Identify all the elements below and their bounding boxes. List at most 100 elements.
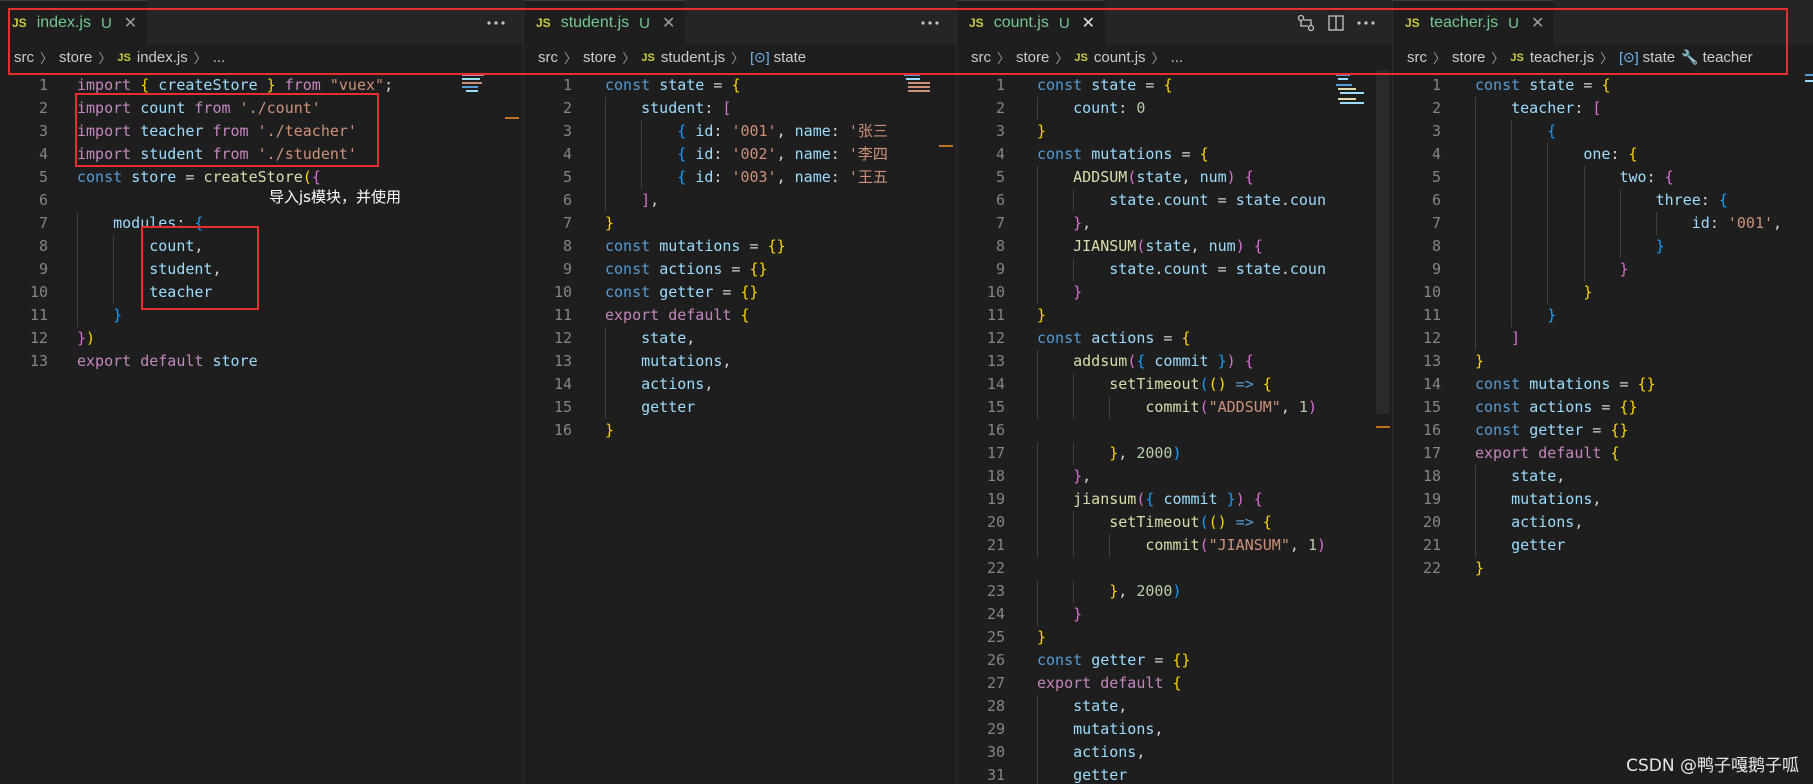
minimap[interactable]: [1333, 70, 1373, 140]
code-line[interactable]: 30 actions,: [957, 741, 1393, 764]
code-line[interactable]: 8 const mutations = {}: [524, 235, 957, 258]
code-line[interactable]: 7 },: [957, 212, 1393, 235]
code-line[interactable]: 20 actions,: [1393, 511, 1813, 534]
code-line[interactable]: 13 mutations,: [524, 350, 957, 373]
breadcrumb-store[interactable]: store: [1452, 49, 1485, 66]
breadcrumb-store[interactable]: store: [59, 49, 92, 66]
code-line[interactable]: 6: [0, 189, 523, 212]
code-line[interactable]: 20 setTimeout(() => {: [957, 511, 1393, 534]
code-line[interactable]: 1 const state = {: [957, 74, 1393, 97]
tab-index-js[interactable]: JS index.js U ✕: [0, 0, 148, 45]
code-line[interactable]: 3 import teacher from './teacher': [0, 120, 523, 143]
code-line[interactable]: 17 }, 2000): [957, 442, 1393, 465]
breadcrumb-store[interactable]: store: [1016, 49, 1049, 66]
breadcrumb-property[interactable]: teacher: [1703, 49, 1753, 66]
more-actions-icon[interactable]: [921, 20, 939, 25]
code-line[interactable]: 18 },: [957, 465, 1393, 488]
code-line[interactable]: 25}: [957, 626, 1393, 649]
code-line[interactable]: 4 const mutations = {: [957, 143, 1393, 166]
more-actions-icon[interactable]: [487, 20, 505, 25]
code-line[interactable]: 10 }: [1393, 281, 1813, 304]
code-line[interactable]: 7 id: '001',: [1393, 212, 1813, 235]
code-line[interactable]: 16: [957, 419, 1393, 442]
code-line[interactable]: 9 const actions = {}: [524, 258, 957, 281]
code-line[interactable]: 7 modules: {: [0, 212, 523, 235]
code-line[interactable]: 2 import count from './count': [0, 97, 523, 120]
code-line[interactable]: 4 { id: '002', name: '李四: [524, 143, 957, 166]
code-line[interactable]: 14 actions,: [524, 373, 957, 396]
code-line[interactable]: 9 }: [1393, 258, 1813, 281]
code-line[interactable]: 2 teacher: [: [1393, 97, 1813, 120]
close-icon[interactable]: ✕: [1082, 13, 1095, 33]
code-line[interactable]: 26 const getter = {}: [957, 649, 1393, 672]
breadcrumb-src[interactable]: src: [538, 49, 558, 66]
code-line[interactable]: 21 commit("JIANSUM", 1): [957, 534, 1393, 557]
code-line[interactable]: 10 teacher: [0, 281, 523, 304]
code-line[interactable]: 11 export default {: [524, 304, 957, 327]
code-line[interactable]: 31 getter: [957, 764, 1393, 784]
code-line[interactable]: 19 jiansum({ commit }) {: [957, 488, 1393, 511]
code-line[interactable]: 13}: [1393, 350, 1813, 373]
open-changes-icon[interactable]: [1297, 14, 1315, 32]
breadcrumb-src[interactable]: src: [971, 49, 991, 66]
code-line[interactable]: 17 export default {: [1393, 442, 1813, 465]
code-line[interactable]: 15 commit("ADDSUM", 1): [957, 396, 1393, 419]
breadcrumb-more[interactable]: ...: [1171, 49, 1184, 66]
code-line[interactable]: 12 state,: [524, 327, 957, 350]
code-line[interactable]: 6 three: {: [1393, 189, 1813, 212]
split-editor-icon[interactable]: [1327, 14, 1345, 32]
code-line[interactable]: 11 }: [0, 304, 523, 327]
close-icon[interactable]: ✕: [1531, 13, 1544, 33]
breadcrumb-store[interactable]: store: [583, 49, 616, 66]
code-line[interactable]: 5 const store = createStore({: [0, 166, 523, 189]
minimap[interactable]: [1803, 70, 1813, 110]
code-editor[interactable]: 1 const state = {2 student: [3 { id: '001…: [524, 70, 957, 784]
code-line[interactable]: 1 const state = {: [524, 74, 957, 97]
code-line[interactable]: 28 state,: [957, 695, 1393, 718]
more-actions-icon[interactable]: [1357, 20, 1375, 25]
tab-count-js[interactable]: JS count.js U ✕: [957, 0, 1106, 45]
code-line[interactable]: 12 const actions = {: [957, 327, 1393, 350]
code-line[interactable]: 8 }: [1393, 235, 1813, 258]
code-line[interactable]: 1 import { createStore } from "vuex";: [0, 74, 523, 97]
code-line[interactable]: 24 }: [957, 603, 1393, 626]
code-line[interactable]: 2 count: 0: [957, 97, 1393, 120]
code-line[interactable]: 3}: [957, 120, 1393, 143]
code-line[interactable]: 22}: [1393, 557, 1813, 580]
code-line[interactable]: 3 { id: '001', name: '张三: [524, 120, 957, 143]
minimap[interactable]: [458, 70, 513, 110]
code-line[interactable]: 7}: [524, 212, 957, 235]
code-line[interactable]: 4 one: {: [1393, 143, 1813, 166]
code-line[interactable]: 6 state.count = state.coun: [957, 189, 1393, 212]
code-line[interactable]: 14 setTimeout(() => {: [957, 373, 1393, 396]
breadcrumb-src[interactable]: src: [1407, 49, 1427, 66]
tab-teacher-js[interactable]: JS teacher.js U ✕: [1393, 0, 1555, 45]
code-line[interactable]: 3 {: [1393, 120, 1813, 143]
code-line[interactable]: 14 const mutations = {}: [1393, 373, 1813, 396]
code-line[interactable]: 9 state.count = state.coun: [957, 258, 1393, 281]
breadcrumb-symbol[interactable]: state: [774, 49, 807, 66]
breadcrumb-src[interactable]: src: [14, 49, 34, 66]
tab-student-js[interactable]: JS student.js U ✕: [524, 0, 686, 45]
code-line[interactable]: 8 JIANSUM(state, num) {: [957, 235, 1393, 258]
code-line[interactable]: 12}): [0, 327, 523, 350]
code-line[interactable]: 10 }: [957, 281, 1393, 304]
code-line[interactable]: 11}: [957, 304, 1393, 327]
code-line[interactable]: 13 addsum({ commit }) {: [957, 350, 1393, 373]
code-line[interactable]: 23 }, 2000): [957, 580, 1393, 603]
code-line[interactable]: 21 getter: [1393, 534, 1813, 557]
code-line[interactable]: 9 student,: [0, 258, 523, 281]
breadcrumb-file[interactable]: teacher.js: [1530, 49, 1594, 66]
breadcrumb-file[interactable]: student.js: [661, 49, 725, 66]
code-line[interactable]: 2 student: [: [524, 97, 957, 120]
code-line[interactable]: 16}: [524, 419, 957, 442]
code-editor[interactable]: 1 const state = {2 teacher: [3 {4 one: {5…: [1393, 70, 1813, 784]
minimap[interactable]: [900, 70, 950, 110]
code-line[interactable]: 22: [957, 557, 1393, 580]
breadcrumb-more[interactable]: ...: [213, 49, 226, 66]
code-line[interactable]: 15 const actions = {}: [1393, 396, 1813, 419]
code-line[interactable]: 6 ],: [524, 189, 957, 212]
breadcrumb-file[interactable]: index.js: [137, 49, 188, 66]
breadcrumb-symbol[interactable]: state: [1643, 49, 1676, 66]
code-line[interactable]: 15 getter: [524, 396, 957, 419]
